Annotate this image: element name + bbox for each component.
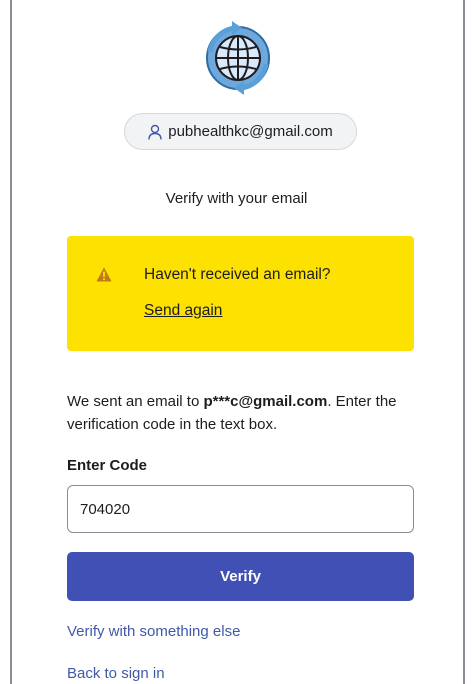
verification-code-input[interactable] [67, 485, 414, 533]
identifier-email: pubhealthkc@gmail.com [168, 123, 333, 140]
page-title: Verify with your email [165, 190, 308, 207]
verify-with-something-else-link[interactable]: Verify with something else [67, 623, 240, 640]
warning-callout: Haven't received an email? Send again [67, 236, 414, 351]
callout-heading: Haven't received an email? [144, 266, 331, 283]
send-again-link[interactable]: Send again [144, 302, 222, 320]
masked-email: p***c@gmail.com [203, 393, 328, 410]
globe-sync-icon [206, 21, 270, 95]
verify-button[interactable]: Verify [67, 552, 414, 601]
warning-icon [96, 267, 112, 282]
instructions-prefix: We sent an email to [67, 393, 204, 410]
instructions-text: We sent an email to p***c@gmail.com. Ent… [67, 390, 417, 436]
identifier-badge: pubhealthkc@gmail.com [124, 113, 357, 150]
code-field-label: Enter Code [67, 457, 148, 474]
back-to-sign-in-link[interactable]: Back to sign in [67, 665, 165, 682]
user-icon [148, 124, 162, 140]
